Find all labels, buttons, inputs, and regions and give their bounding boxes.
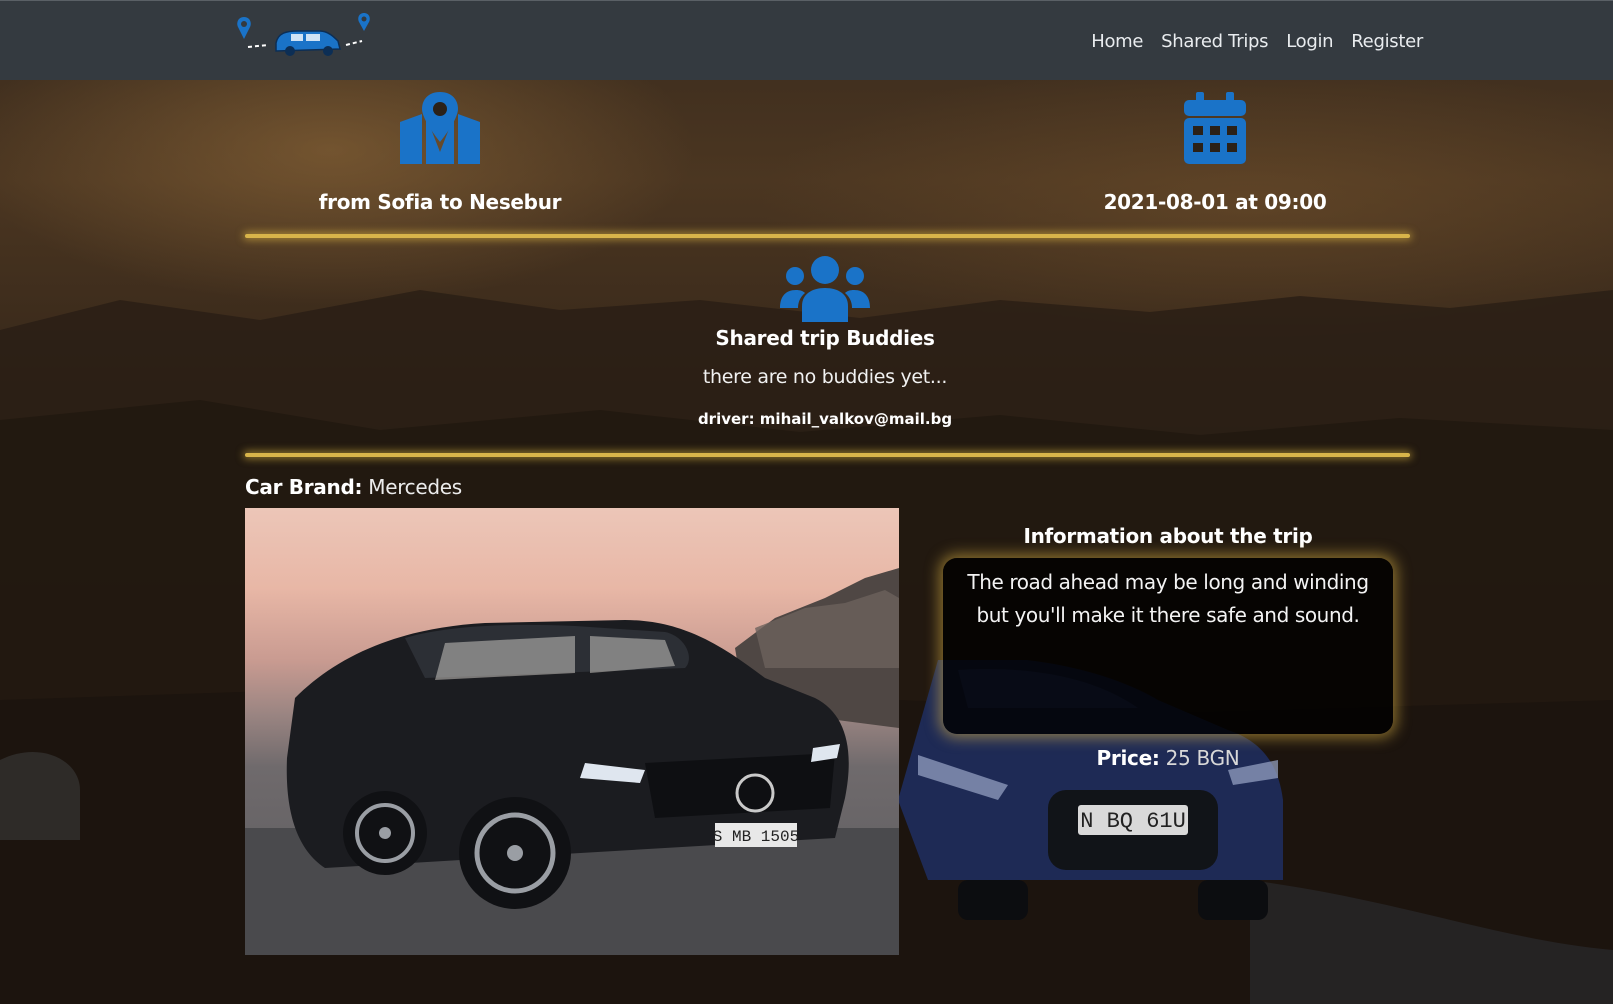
- trip-info-title: Information about the trip: [1023, 524, 1313, 548]
- nav-home-link[interactable]: Home: [1091, 31, 1143, 52]
- calendar-icon: [1184, 92, 1246, 164]
- gold-divider-top: [245, 234, 1410, 238]
- car-brand-value: Mercedes: [368, 475, 462, 499]
- nav-shared-trips-link[interactable]: Shared Trips: [1161, 31, 1268, 52]
- date-text: 2021-08-01 at 09:00: [1103, 190, 1327, 214]
- map-marker-icon: [400, 92, 480, 164]
- car-route-logo[interactable]: [236, 13, 378, 63]
- buddies-section: Shared trip Buddies there are no buddies…: [600, 256, 1050, 428]
- price-label: Price:: [1096, 746, 1160, 770]
- svg-text:S MB 1505: S MB 1505: [713, 828, 799, 846]
- driver-email: mihail_valkov@mail.bg: [759, 410, 953, 428]
- buddies-title: Shared trip Buddies: [715, 326, 935, 350]
- driver-info: driver: mihail_valkov@mail.bg: [600, 410, 1050, 428]
- trip-route: from Sofia to Nesebur: [300, 92, 580, 214]
- price: Price: 25 BGN: [943, 746, 1393, 770]
- trip-info-text: The road ahead may be long and winding b…: [967, 570, 1369, 627]
- driver-label: driver:: [697, 410, 755, 428]
- route-text: from Sofia to Nesebur: [318, 190, 562, 214]
- trip-date: 2021-08-01 at 09:00: [1090, 92, 1340, 214]
- trip-info-box: The road ahead may be long and winding b…: [943, 558, 1393, 734]
- nav-register-link[interactable]: Register: [1351, 31, 1423, 52]
- nav-links: Home Shared Trips Login Register: [1091, 31, 1423, 52]
- buddies-empty-text: there are no buddies yet...: [702, 366, 948, 388]
- nav-login-link[interactable]: Login: [1286, 31, 1333, 52]
- mercedes-photo: S MB 1505: [245, 568, 899, 955]
- gold-divider-bottom: [245, 453, 1410, 457]
- price-value: 25 BGN: [1165, 746, 1240, 770]
- svg-text:N BQ 61U: N BQ 61U: [1080, 809, 1186, 834]
- car-brand: Car Brand: Mercedes: [245, 475, 462, 499]
- top-navbar: Home Shared Trips Login Register: [0, 0, 1613, 80]
- car-image: S MB 1505: [245, 508, 899, 955]
- users-icon: [780, 256, 870, 322]
- car-brand-label: Car Brand:: [245, 475, 363, 499]
